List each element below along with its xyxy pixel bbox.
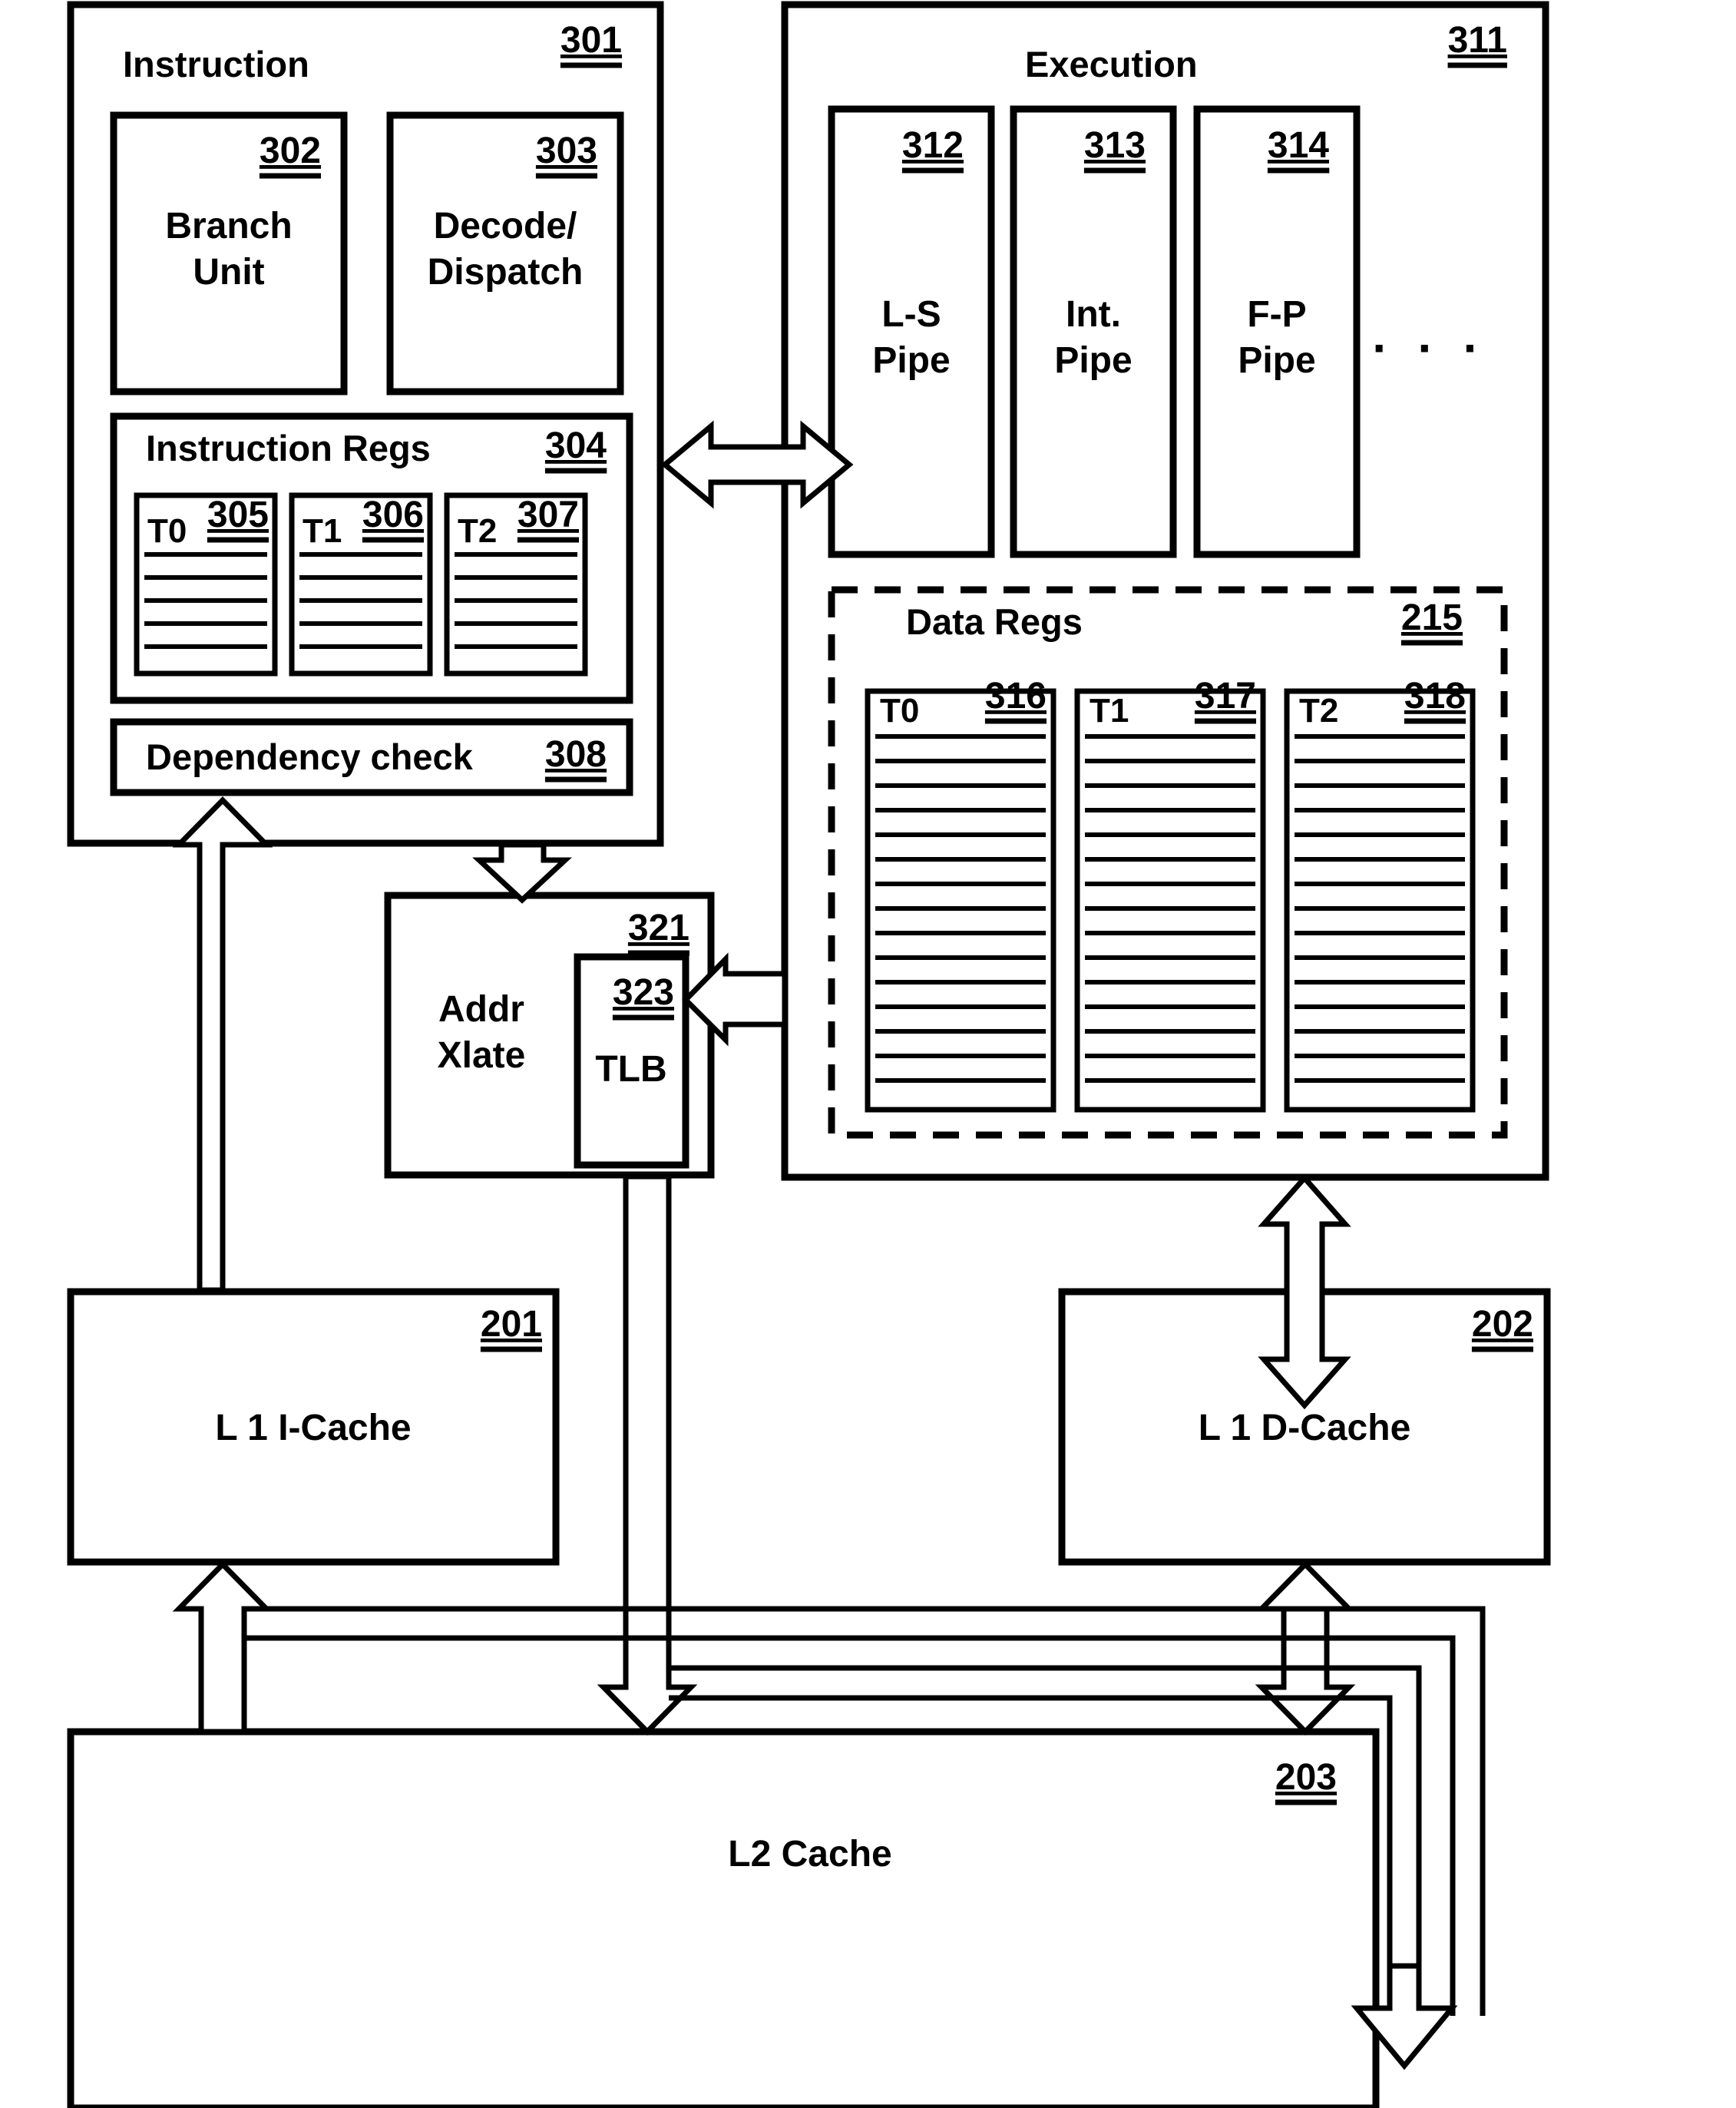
data-reg-t0-label: T0: [880, 692, 919, 730]
data-regs-label: Data Regs: [906, 601, 1083, 642]
l2-cache-border: [67, 1728, 1380, 2108]
data-reg-t0-ref: 316: [985, 676, 1047, 716]
decode-dispatch-block: 303 Decode/ Dispatch: [386, 111, 624, 395]
branch-unit-ref: 302: [260, 131, 321, 171]
ls-pipe-label-line1: L-S: [881, 294, 941, 335]
instruction-reg-t0-ref: 305: [207, 495, 269, 535]
data-reg-t2: T2 318: [1284, 676, 1476, 1113]
instruction-to-addr-xlate-arrow: [472, 842, 572, 904]
icache-to-instruction-arrow: [172, 796, 273, 1293]
decode-dispatch-label-line1: Decode/: [434, 206, 577, 247]
dependency-check-label: Dependency check: [146, 736, 474, 777]
fp-pipe-label-line2: Pipe: [1238, 340, 1315, 381]
instruction-unit-block: Instruction 301 302 Branch Unit 303 Deco…: [67, 1, 664, 847]
int-pipe-ref: 313: [1084, 125, 1146, 166]
instruction-reg-t1-ref: 306: [362, 495, 424, 535]
l2-cache-label: L2 Cache: [728, 1834, 891, 1875]
int-pipe-label-line1: Int.: [1066, 294, 1121, 335]
data-reg-t1: T1 317: [1074, 676, 1266, 1113]
instruction-reg-t0-label: T0: [147, 512, 187, 550]
l1-icache-block: 201 L 1 I-Cache: [67, 1288, 560, 1566]
data-reg-t2-label: T2: [1299, 692, 1338, 730]
data-regs-ref: 215: [1401, 597, 1463, 638]
addr-xlate-label-line2: Xlate: [438, 1035, 526, 1076]
tlb-label: TLB: [595, 1049, 666, 1090]
execution-unit-label: Execution: [1025, 44, 1198, 84]
l2-to-icache-arrow: [172, 1560, 273, 1735]
instruction-regs-block: Instruction Regs 304 T0 305 T1 306 T2 30…: [110, 412, 633, 704]
l2-cache-ref: 203: [1275, 1757, 1337, 1798]
l2-to-dcache-bidirectional-arrow: [1255, 1560, 1356, 1736]
data-reg-t1-border: [1074, 688, 1266, 1113]
decode-dispatch-label-line2: Dispatch: [428, 252, 584, 293]
fp-pipe-label-line1: F-P: [1247, 294, 1306, 335]
data-reg-t2-ref: 318: [1404, 676, 1466, 716]
branch-unit-label-line2: Unit: [193, 252, 264, 293]
ls-pipe-block: 312 L-S Pipe: [828, 105, 995, 558]
decode-dispatch-ref: 303: [536, 131, 597, 171]
pipes-ellipsis: · · ·: [1372, 320, 1487, 376]
int-pipe-label-line2: Pipe: [1054, 340, 1132, 381]
instruction-reg-t2-ref: 307: [517, 495, 579, 535]
tlb-ref: 323: [613, 972, 674, 1013]
addr-xlate-label-line1: Addr: [438, 989, 524, 1030]
instruction-unit-ref: 301: [560, 20, 622, 61]
instruction-regs-ref: 304: [545, 425, 607, 466]
l1-dcache-label: L 1 D-Cache: [1199, 1408, 1411, 1448]
l1-dcache-ref: 202: [1472, 1304, 1533, 1345]
fp-pipe-block: 314 F-P Pipe: [1193, 105, 1361, 558]
instruction-unit-label: Instruction: [123, 44, 309, 84]
data-reg-t0-border: [865, 688, 1056, 1113]
addr-xlate-to-l2-arrow: [597, 1173, 698, 1736]
instruction-reg-t1-label: T1: [303, 512, 342, 550]
data-reg-t0: T0 316: [865, 676, 1056, 1113]
instruction-regs-label: Instruction Regs: [146, 428, 431, 468]
instruction-reg-t2: T2 307: [444, 492, 588, 677]
tlb-block: 323 TLB: [574, 953, 689, 1169]
instruction-reg-t2-label: T2: [458, 512, 497, 550]
l1-icache-label: L 1 I-Cache: [215, 1408, 411, 1448]
branch-unit-block: 302 Branch Unit: [110, 111, 348, 395]
dependency-check-block: Dependency check 308: [110, 718, 633, 796]
execution-unit-ref: 311: [1448, 20, 1507, 61]
data-reg-t1-ref: 317: [1195, 676, 1256, 716]
execution-unit-block: Execution 311 312 L-S Pipe 313 Int. Pipe…: [781, 1, 1549, 1181]
l2-cache-block: 203 L2 Cache: [67, 1728, 1380, 2108]
dependency-check-ref: 308: [545, 734, 607, 775]
data-reg-t2-border: [1284, 688, 1476, 1113]
processor-block-diagram: Instruction 301 302 Branch Unit 303 Deco…: [67, 1, 1551, 2108]
l1-icache-ref: 201: [481, 1304, 542, 1345]
branch-unit-label-line1: Branch: [165, 206, 292, 247]
addr-xlate-block: 321 Addr Xlate 323 TLB: [384, 892, 715, 1179]
ls-pipe-label-line2: Pipe: [872, 340, 950, 381]
instruction-reg-t1: T1 306: [289, 492, 433, 677]
addr-xlate-ref: 321: [628, 908, 689, 948]
data-reg-t1-label: T1: [1090, 692, 1129, 730]
ls-pipe-ref: 312: [902, 125, 964, 166]
int-pipe-block: 313 Int. Pipe: [1010, 105, 1177, 558]
instruction-reg-t0: T0 305: [134, 492, 278, 677]
fp-pipe-ref: 314: [1268, 125, 1329, 166]
